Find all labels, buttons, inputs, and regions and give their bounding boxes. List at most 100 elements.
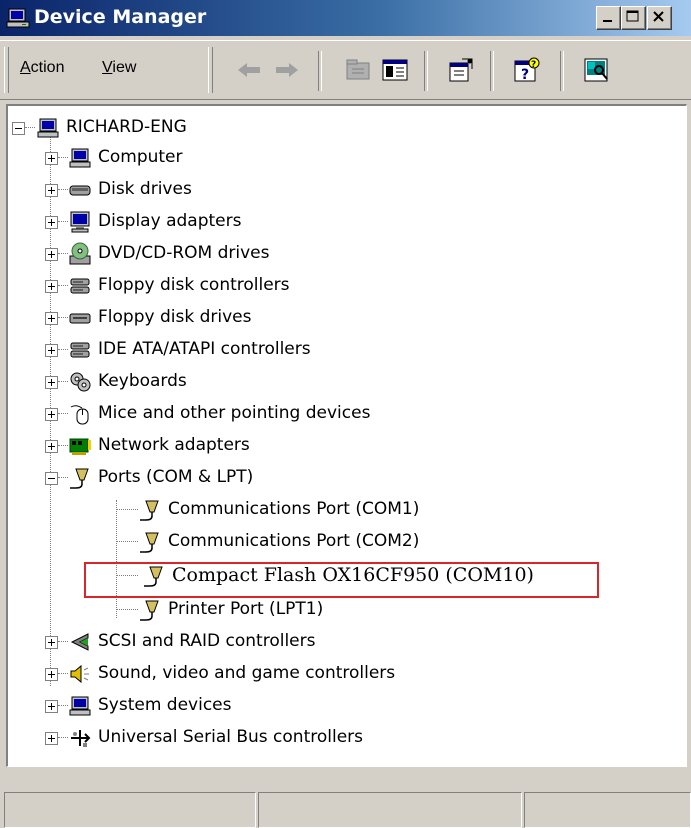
expand-toggle[interactable] [45, 408, 58, 421]
tree-item-mice[interactable]: Mice and other pointing devices [8, 400, 608, 428]
svg-text:?: ? [521, 67, 529, 83]
expand-toggle[interactable] [45, 216, 58, 229]
show-hide-tree-icon[interactable] [380, 55, 410, 85]
tree-item-floppy-disk-drives[interactable]: Floppy disk drives [8, 304, 608, 332]
tree-item-system-devices[interactable]: System devices [8, 692, 608, 720]
tree-item-network-adapters[interactable]: Network adapters [8, 432, 608, 460]
port-connector-icon [140, 500, 159, 521]
expand-toggle[interactable] [45, 152, 58, 165]
forward-arrow-icon[interactable] [272, 55, 302, 85]
back-arrow-icon[interactable] [234, 55, 264, 85]
tree-item-com2[interactable]: Communications Port (COM2) [8, 528, 608, 556]
title-bar[interactable]: Device Manager [0, 0, 691, 36]
tree-item-computer[interactable]: Computer [8, 144, 608, 172]
tree-connector [58, 349, 68, 350]
tree-item-label: Printer Port (LPT1) [168, 599, 324, 619]
tree-item-label: Floppy disk controllers [98, 275, 290, 295]
mouse-icon [70, 405, 89, 425]
expand-toggle[interactable] [45, 280, 58, 293]
expand-toggle[interactable] [45, 668, 58, 681]
computer-icon [37, 118, 59, 138]
tree-connector [58, 477, 68, 478]
collapse-toggle[interactable] [45, 472, 58, 485]
maximize-icon [626, 10, 639, 22]
toolbar-separator [560, 51, 564, 91]
tree-connector [58, 285, 68, 286]
tree-item-label: Universal Serial Bus controllers [98, 727, 364, 747]
device-manager-window: Device Manager Action View ? ? RICHARD-E… [0, 0, 691, 828]
tree-item-ide-controllers[interactable]: IDE ATA/ATAPI controllers [8, 336, 608, 364]
computer-icon [69, 148, 91, 168]
collapse-toggle[interactable] [12, 122, 25, 135]
expand-toggle[interactable] [45, 344, 58, 357]
help-icon[interactable]: ? ? [512, 55, 542, 85]
up-one-level-icon[interactable] [344, 55, 374, 85]
tree-connector [25, 127, 35, 128]
minimize-button[interactable] [596, 6, 621, 30]
tree-item-label: Communications Port (COM1) [168, 499, 420, 519]
tree-connector [58, 253, 68, 254]
expand-toggle[interactable] [45, 732, 58, 745]
toolbar-grip[interactable] [208, 47, 213, 93]
port-connector-icon [140, 532, 159, 553]
window-title: Device Manager [34, 6, 207, 28]
tree-item-lpt1[interactable]: Printer Port (LPT1) [8, 596, 608, 624]
expand-toggle[interactable] [45, 636, 58, 649]
tree-item-label: Keyboards [98, 371, 187, 391]
tree-connector [58, 641, 68, 642]
tree-item-com1[interactable]: Communications Port (COM1) [8, 496, 608, 524]
properties-icon[interactable] [446, 55, 476, 85]
scan-hardware-changes-icon[interactable] [582, 55, 612, 85]
speaker-icon [70, 664, 89, 684]
menu-action[interactable]: Action [20, 59, 64, 77]
computer-icon [69, 696, 91, 716]
controller-icon [70, 342, 90, 358]
close-button[interactable] [647, 6, 672, 30]
highlight-box [84, 562, 599, 598]
tree-item-disk-drives[interactable]: Disk drives [8, 176, 608, 204]
tree-item-usb[interactable]: Universal Serial Bus controllers [8, 724, 608, 752]
tree-item-label: IDE ATA/ATAPI controllers [98, 339, 311, 359]
maximize-button[interactable] [621, 6, 646, 30]
tree-item-label: Mice and other pointing devices [98, 403, 371, 423]
expand-toggle[interactable] [45, 312, 58, 325]
tree-item-label: DVD/CD-ROM drives [98, 243, 270, 263]
keyboard-icon [70, 372, 91, 392]
tree-item-display-adapters[interactable]: Display adapters [8, 208, 608, 236]
expand-toggle[interactable] [45, 440, 58, 453]
device-tree[interactable]: RICHARD-ENG Computer Disk drives Display… [6, 104, 687, 767]
tree-item-label: Ports (COM & LPT) [98, 467, 254, 487]
computer-icon [6, 8, 30, 28]
network-card-icon [69, 438, 91, 455]
status-panel [258, 792, 522, 828]
tree-connector [116, 541, 138, 542]
expand-toggle[interactable] [45, 700, 58, 713]
monitor-icon [70, 211, 90, 233]
tree-item-label: Floppy disk drives [98, 307, 252, 327]
tree-root[interactable]: RICHARD-ENG [8, 114, 408, 142]
tree-item-keyboards[interactable]: Keyboards [8, 368, 608, 396]
menu-view[interactable]: View [102, 59, 136, 77]
tree-item-dvd-cdrom-drives[interactable]: DVD/CD-ROM drives [8, 240, 608, 268]
svg-text:?: ? [531, 60, 536, 70]
tree-item-ports[interactable]: Ports (COM & LPT) [8, 464, 608, 492]
close-icon [653, 11, 664, 22]
tree-item-label: Communications Port (COM2) [168, 531, 420, 551]
status-bar [0, 768, 691, 828]
tree-connector [58, 157, 68, 158]
toolbar-grip[interactable] [4, 47, 9, 93]
tree-item-label: System devices [98, 695, 232, 715]
disk-drive-icon [69, 185, 91, 196]
tree-connector [58, 381, 68, 382]
tree-connector [58, 221, 68, 222]
floppy-drive-icon [69, 313, 91, 324]
tree-item-label: Computer [98, 147, 183, 167]
tree-item-label: SCSI and RAID controllers [98, 631, 316, 651]
status-panel [4, 792, 256, 828]
tree-item-scsi[interactable]: SCSI and RAID controllers [8, 628, 608, 656]
expand-toggle[interactable] [45, 248, 58, 261]
expand-toggle[interactable] [45, 376, 58, 389]
tree-item-floppy-disk-controllers[interactable]: Floppy disk controllers [8, 272, 608, 300]
expand-toggle[interactable] [45, 184, 58, 197]
tree-item-sound[interactable]: Sound, video and game controllers [8, 660, 608, 688]
